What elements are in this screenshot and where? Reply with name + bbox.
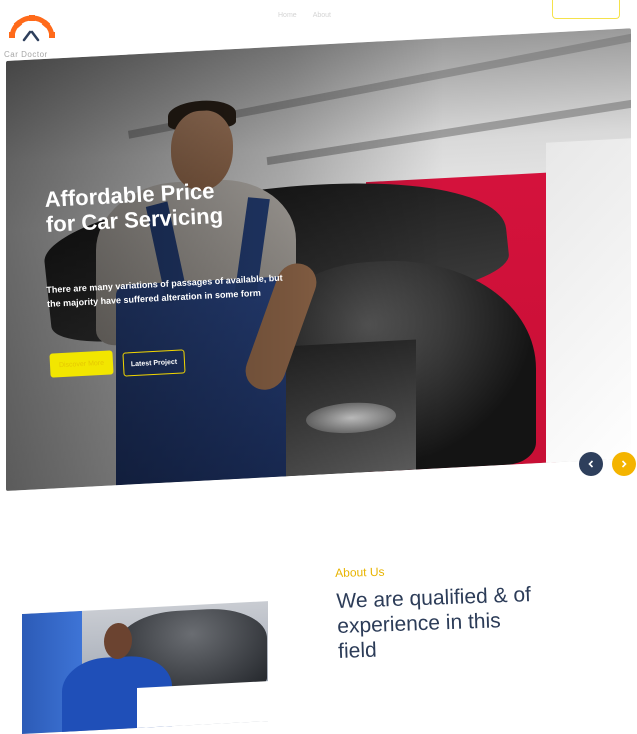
slider-prev-button[interactable] xyxy=(579,452,603,476)
image-overlay-card xyxy=(137,680,268,734)
appointment-button[interactable] xyxy=(552,0,620,19)
hero-description: There are many variations of passages of… xyxy=(46,272,283,309)
chevron-right-icon xyxy=(621,460,627,468)
discover-more-button[interactable]: Discover More xyxy=(49,350,114,378)
logo[interactable]: Car Doctor xyxy=(4,14,62,60)
main-nav: Home About xyxy=(278,12,331,19)
about-title: We are qualified & of experience in this… xyxy=(336,583,532,663)
about-eyebrow: About Us xyxy=(335,564,385,580)
slider-next-button[interactable] xyxy=(612,452,636,476)
hero-title: Affordable Price for Car Servicing xyxy=(44,178,224,237)
chevron-left-icon xyxy=(588,460,594,468)
latest-project-button[interactable]: Latest Project xyxy=(122,349,186,377)
hero-content: Affordable Price for Car Servicing There… xyxy=(0,55,637,525)
nav-item-about[interactable]: About xyxy=(313,12,331,19)
nav-item-home[interactable]: Home xyxy=(278,12,297,19)
hero-slider: Affordable Price for Car Servicing There… xyxy=(0,28,637,525)
gear-wrench-logo-icon xyxy=(9,15,55,42)
about-image xyxy=(22,601,268,734)
